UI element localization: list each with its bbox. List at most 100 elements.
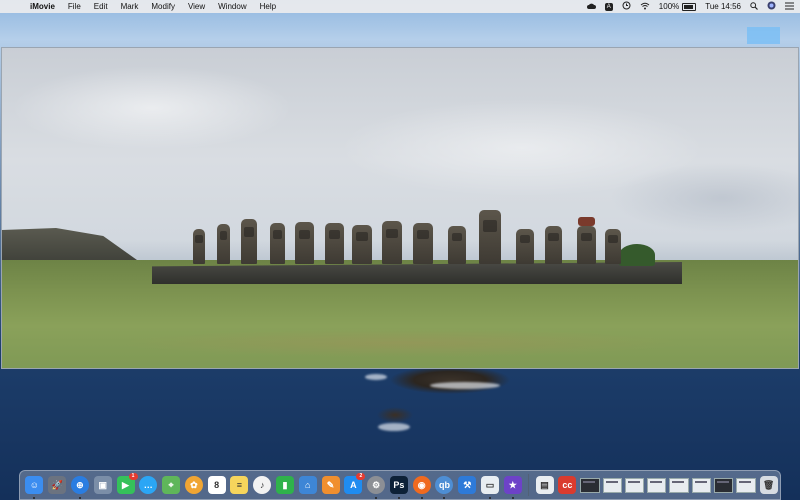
moai-statue [193,229,205,264]
clock[interactable]: Tue 14:56 [705,2,741,11]
minimized-window-8-thumbnail[interactable] [736,477,756,493]
system-preferences-icon[interactable]: ⚙ [367,476,386,499]
minimized-window-1-thumbnail[interactable] [580,477,600,493]
moai-statue [325,223,344,264]
trash-icon[interactable]: 🗑 [759,476,778,494]
photos-icon[interactable]: ✿ [184,476,203,494]
desktop-selection-highlight [747,27,780,44]
firefox-icon[interactable]: ◉ [412,476,431,499]
dock-separator [528,474,530,496]
menu-file[interactable]: File [68,2,81,11]
moai-statue-with-pukao [577,217,596,264]
pages-icon[interactable]: ✎ [321,476,340,494]
photoshop-icon[interactable]: Ps [389,476,408,499]
qbittorrent-glyph: qb [438,480,450,490]
launchpad-glyph: 🚀 [51,479,63,490]
dock: ☺ 🚀 ⊕ ▣ ▶ 1 … ⌖ ✿ 8 ≡ ♪ ▮ ⌂ ✎ A 2 ⚙ Ps ◉ qb ⚒ ▭ ★ ▤ cc 🗑 [19,470,781,500]
minimized-window-5-thumbnail[interactable] [669,477,689,493]
music-icon[interactable]: ♪ [253,476,272,494]
photos-glyph: ✿ [190,479,198,490]
documents-stack-glyph: ▤ [540,479,549,490]
moai-statue-tall [479,210,501,264]
keynote-glyph: ⌂ [305,480,311,490]
creative-cloud-icon[interactable]: cc [558,476,577,494]
safari-glyph: ⊕ [76,479,84,490]
xcode-glyph: ⚒ [463,479,472,490]
facetime-icon[interactable]: ▶ 1 [116,473,138,494]
minimized-window-3-thumbnail[interactable] [624,477,645,493]
siri-icon[interactable] [767,1,776,12]
calendar-glyph: 8 [214,480,220,490]
battery-percent[interactable]: 100% [659,2,679,11]
menu-modify[interactable]: Modify [151,2,175,11]
app-store-icon[interactable]: A2 [344,473,366,494]
notes-glyph: ≡ [236,480,243,490]
notes-icon[interactable]: ≡ [230,476,249,494]
wave-foam [378,423,410,431]
calendar-icon[interactable]: 8 [207,476,226,494]
moai-statue [413,223,433,264]
keynote-icon[interactable]: ⌂ [298,476,317,494]
moai-statue [545,226,562,264]
numbers-glyph: ▮ [282,479,288,490]
running-indicator [33,497,36,499]
system-preferences-glyph: ⚙ [372,479,381,490]
creative-cloud-glyph: cc [562,480,573,490]
wifi-icon[interactable] [640,2,650,12]
menu-help[interactable]: Help [260,2,276,11]
running-indicator [489,497,492,499]
spotlight-search-icon[interactable] [750,1,758,12]
minimized-window-7-thumbnail[interactable] [714,477,734,493]
finder-icon[interactable]: ☺ [25,476,44,499]
dirt-path [2,328,798,358]
preview-glyph: ▣ [98,479,107,490]
music-glyph: ♪ [259,480,265,490]
photoshop-glyph: Ps [393,480,405,490]
maps-icon[interactable]: ⌖ [162,476,181,494]
notification-center-icon[interactable] [785,2,794,12]
safari-icon[interactable]: ⊕ [70,476,89,499]
imovie-icon[interactable]: ★ [503,476,522,499]
imovie-fullscreen-viewer[interactable] [1,47,799,369]
maps-glyph: ⌖ [168,479,174,490]
facetime-glyph: ▶ [122,479,129,490]
messages-glyph: … [143,480,153,490]
menu-window[interactable]: Window [218,2,246,11]
moai-statue [448,226,466,264]
messages-icon[interactable]: … [139,476,158,494]
status-area: A 100% Tue 14:56 [578,0,794,13]
minimized-window-4-thumbnail[interactable] [647,477,667,493]
menu-app-name[interactable]: iMovie [30,2,55,11]
screenshot-icon[interactable]: ▭ [481,476,500,499]
moai-statue [241,219,257,264]
finder-glyph: ☺ [29,480,39,490]
minimized-window-2-thumbnail[interactable] [602,477,622,493]
menu-mark[interactable]: Mark [121,2,139,11]
numbers-icon[interactable]: ▮ [275,476,294,494]
menu-view[interactable]: View [188,2,205,11]
pages-glyph: ✎ [326,479,335,490]
minimized-window-6-thumbnail[interactable] [691,477,712,493]
running-indicator [420,497,423,499]
moai-statue [516,229,534,264]
battery-icon[interactable] [682,2,697,11]
moai-statue [605,229,621,264]
creative-cloud-status-icon[interactable] [586,2,596,12]
trash-glyph: 🗑 [762,479,775,490]
menu-edit[interactable]: Edit [94,2,108,11]
qbittorrent-icon[interactable]: qb [435,476,454,499]
moai-statue [295,222,314,264]
running-indicator [78,497,81,499]
time-machine-icon[interactable] [622,1,631,12]
documents-stack-icon[interactable]: ▤ [535,476,554,494]
imovie-glyph: ★ [508,479,517,490]
running-indicator [397,497,400,499]
running-indicator [375,497,378,499]
running-indicator [511,497,514,499]
moai-statue [352,225,372,264]
xcode-icon[interactable]: ⚒ [458,476,477,494]
notification-badge: 2 [356,473,366,480]
input-source-icon[interactable]: A [604,2,613,11]
launchpad-icon[interactable]: 🚀 [48,476,67,494]
preview-icon[interactable]: ▣ [93,476,112,494]
